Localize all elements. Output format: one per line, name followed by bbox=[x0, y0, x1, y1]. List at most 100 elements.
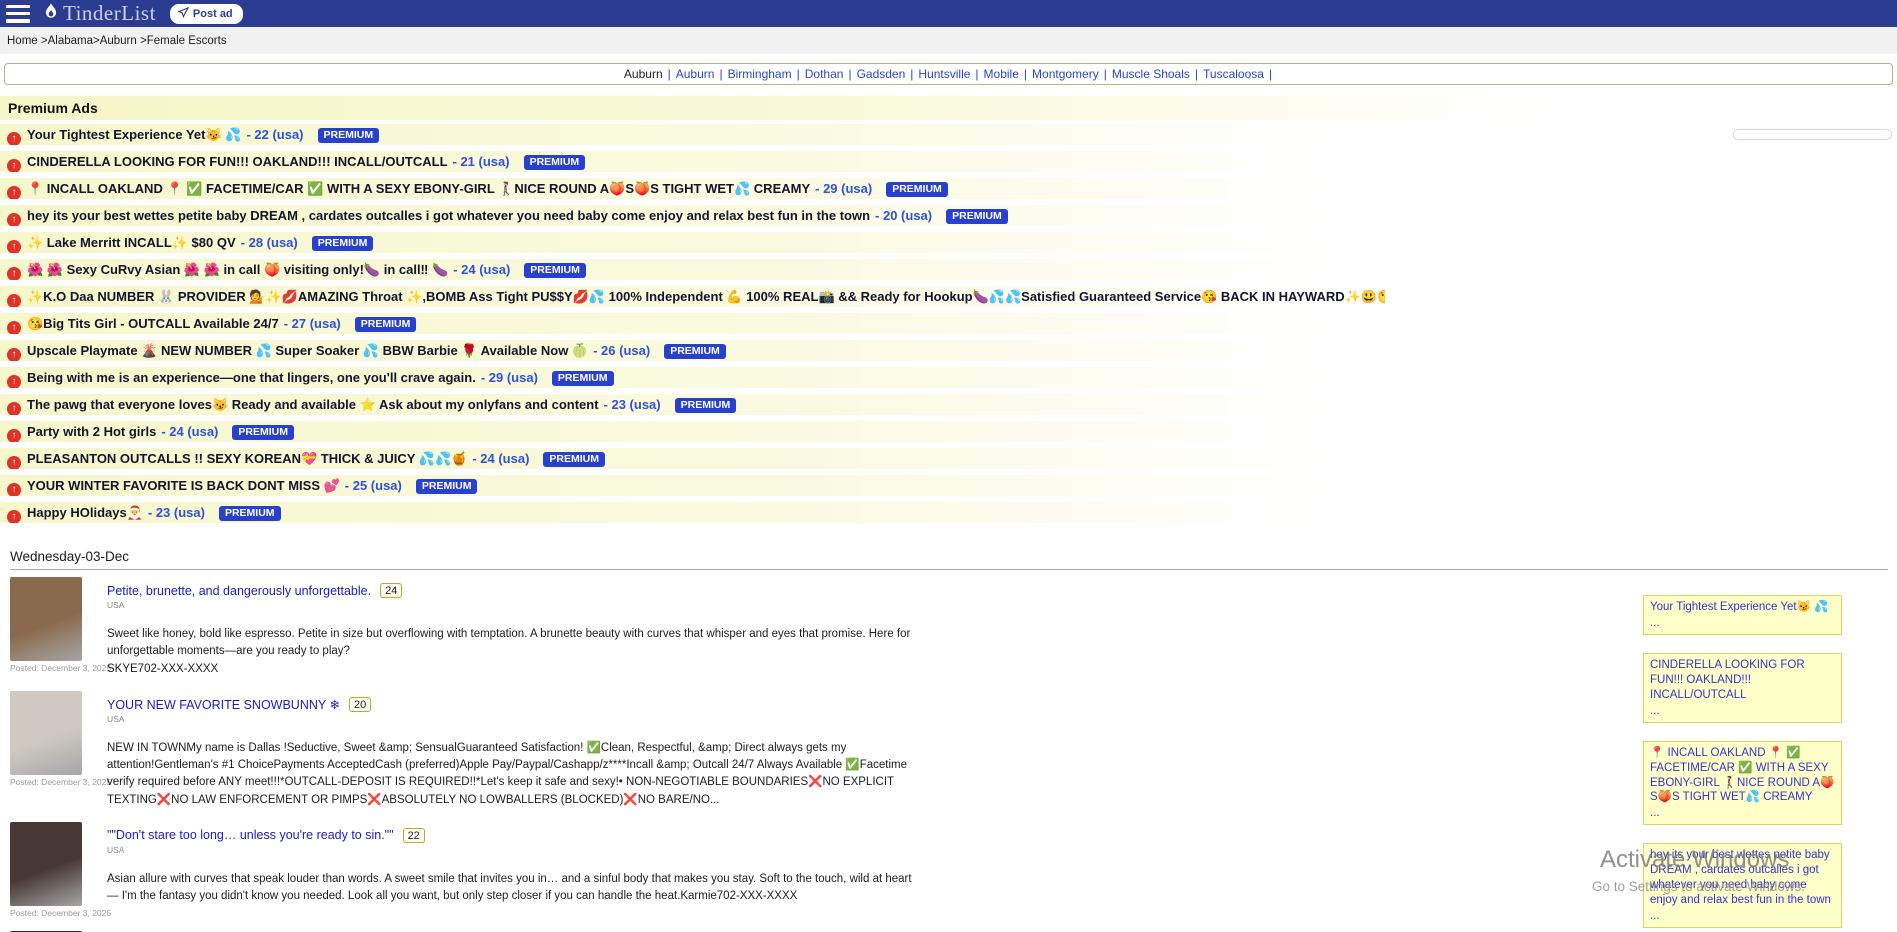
premium-ad-title-link[interactable]: 🌺 🌺 Sexy CuRvy Asian 🌺 🌺 in call 🍑 visit… bbox=[27, 262, 448, 277]
flame-icon bbox=[42, 1, 60, 26]
site-logo-text: TinderList bbox=[63, 1, 156, 26]
premium-badge[interactable]: PREMIUM bbox=[946, 209, 1008, 224]
city-separator: | bbox=[797, 67, 800, 81]
premium-badge[interactable]: PREMIUM bbox=[355, 317, 417, 332]
city-link-auburn[interactable]: Auburn bbox=[624, 67, 663, 81]
premium-ad-title-link[interactable]: YOUR WINTER FAVORITE IS BACK DONT MISS 💕 bbox=[27, 478, 340, 493]
premium-ad-age-link[interactable]: - 23 (usa) bbox=[148, 505, 205, 520]
premium-ad-title-link[interactable]: CINDERELLA LOOKING FOR FUN!!! OAKLAND!!!… bbox=[27, 154, 448, 169]
city-link-mobile[interactable]: Mobile bbox=[984, 67, 1019, 81]
premium-ad-title-link[interactable]: Party with 2 Hot girls bbox=[27, 424, 156, 439]
city-link-muscle-shoals[interactable]: Muscle Shoals bbox=[1112, 67, 1190, 81]
listing-title-link[interactable]: YOUR NEW FAVORITE SNOWBUNNY ❄ bbox=[107, 697, 340, 712]
premium-badge[interactable]: PREMIUM bbox=[524, 263, 586, 278]
premium-badge[interactable]: PREMIUM bbox=[416, 479, 478, 494]
bump-up-icon: ↑ bbox=[7, 510, 21, 523]
sidebar-more-link[interactable]: ... bbox=[1650, 806, 1835, 821]
premium-ad-row: ↑🌺 🌺 Sexy CuRvy Asian 🌺 🌺 in call 🍑 visi… bbox=[0, 259, 1385, 280]
premium-badge[interactable]: PREMIUM bbox=[664, 344, 726, 359]
premium-ad-age-link[interactable]: - 20 (usa) bbox=[875, 208, 932, 223]
premium-ad-age-link[interactable]: - 24 (usa) bbox=[472, 451, 529, 466]
premium-ad-title-link[interactable]: hey its your best wettes petite baby DRE… bbox=[27, 208, 870, 223]
premium-badge[interactable]: PREMIUM bbox=[552, 371, 614, 386]
listing-posted-date: Posted: December 3, 2025 bbox=[10, 908, 96, 918]
bump-up-icon: ↑ bbox=[7, 294, 21, 307]
sidebar-premium-title-link[interactable]: CINDERELLA LOOKING FOR FUN!!! OAKLAND!!!… bbox=[1650, 658, 1835, 703]
premium-badge[interactable]: PREMIUM bbox=[675, 398, 737, 413]
premium-ad-age-link[interactable]: - 28 (usa) bbox=[241, 235, 298, 250]
post-ad-button[interactable]: Post ad bbox=[170, 4, 243, 24]
listing-thumbnail-photo[interactable] bbox=[10, 577, 82, 661]
premium-ad-title-link[interactable]: ✨ Lake Merritt INCALL✨ $80 QV bbox=[27, 235, 236, 250]
premium-badge[interactable]: PREMIUM bbox=[232, 425, 294, 440]
listing-description: NEW IN TOWNMy name is Dallas !Seductive,… bbox=[107, 740, 926, 809]
sidebar-more-link[interactable]: ... bbox=[1650, 616, 1835, 631]
premium-ad-row: ↑CINDERELLA LOOKING FOR FUN!!! OAKLAND!!… bbox=[0, 151, 1385, 172]
date-header: Wednesday-03-Dec bbox=[10, 549, 1897, 564]
premium-ad-title-link[interactable]: PLEASANTON OUTCALLS !! SEXY KOREAN💝 THIC… bbox=[27, 451, 467, 466]
bump-up-icon: ↑ bbox=[7, 402, 21, 415]
activate-windows-watermark-sub: Go to Settings to activate Windows. bbox=[1592, 879, 1805, 894]
city-link-huntsville[interactable]: Huntsville bbox=[918, 67, 970, 81]
city-separator: | bbox=[848, 67, 851, 81]
city-link-auburn[interactable]: Auburn bbox=[676, 67, 715, 81]
premium-ad-age-link[interactable]: - 23 (usa) bbox=[604, 397, 661, 412]
bump-up-icon: ↑ bbox=[7, 213, 21, 226]
premium-ad-row: ↑PLEASANTON OUTCALLS !! SEXY KOREAN💝 THI… bbox=[0, 448, 1385, 469]
premium-badge[interactable]: PREMIUM bbox=[219, 506, 281, 521]
premium-ad-title-link[interactable]: Your Tightest Experience Yet😼 💦 bbox=[27, 127, 241, 142]
premium-ad-age-link[interactable]: - 22 (usa) bbox=[246, 127, 303, 142]
sidebar-more-link[interactable]: ... bbox=[1650, 909, 1835, 924]
listing-title-link[interactable]: ""Don't stare too long… unless you're re… bbox=[107, 828, 394, 842]
listing-age-badge: 24 bbox=[380, 583, 402, 598]
premium-ad-title-link[interactable]: 📍 INCALL OAKLAND 📍 ✅ FACETIME/CAR ✅ WITH… bbox=[27, 181, 810, 196]
premium-badge[interactable]: PREMIUM bbox=[543, 452, 605, 467]
breadcrumb-home-link[interactable]: Home > bbox=[7, 35, 48, 47]
listing-title-link[interactable]: Petite, brunette, and dangerously unforg… bbox=[107, 584, 371, 598]
premium-ad-row: ↑ Being with me is an experience—one that… bbox=[0, 367, 1385, 388]
premium-ad-age-link[interactable]: - 26 (usa) bbox=[593, 343, 650, 358]
premium-ad-title-link[interactable]: The pawg that everyone loves😼 Ready and … bbox=[27, 397, 599, 412]
premium-ad-age-link[interactable]: - 24 (usa) bbox=[161, 424, 218, 439]
listing-thumbnail-photo[interactable] bbox=[10, 822, 82, 906]
breadcrumb-city-link[interactable]: Auburn > bbox=[100, 35, 147, 47]
premium-ad-age-link[interactable]: - 24 (usa) bbox=[453, 262, 510, 277]
bump-up-icon: ↑ bbox=[7, 240, 21, 253]
sidebar-premium-box: CINDERELLA LOOKING FOR FUN!!! OAKLAND!!!… bbox=[1643, 653, 1842, 723]
premium-ad-age-link[interactable]: - 29 (usa) bbox=[815, 181, 872, 196]
city-link-tuscaloosa[interactable]: Tuscaloosa bbox=[1203, 67, 1264, 81]
premium-badge[interactable]: PREMIUM bbox=[886, 182, 948, 197]
bump-up-icon: ↑ bbox=[7, 375, 21, 388]
premium-ad-age-link[interactable]: - 21 (usa) bbox=[453, 154, 510, 169]
breadcrumb-state-link[interactable]: Alabama> bbox=[48, 35, 100, 47]
floating-pill-widget[interactable] bbox=[1733, 129, 1892, 140]
listing-posted-date: Posted: December 3, 2025 bbox=[10, 777, 96, 787]
premium-ad-row: ↑📍 INCALL OAKLAND 📍 ✅ FACETIME/CAR ✅ WIT… bbox=[0, 178, 1385, 199]
city-link-dothan[interactable]: Dothan bbox=[805, 67, 844, 81]
site-logo[interactable]: TinderList bbox=[42, 1, 156, 26]
listing-thumbnail-photo[interactable] bbox=[10, 691, 82, 775]
city-link-montgomery[interactable]: Montgomery bbox=[1032, 67, 1099, 81]
listing-country-label: USA bbox=[107, 714, 926, 724]
premium-badge[interactable]: PREMIUM bbox=[312, 236, 374, 251]
premium-ad-title-link[interactable]: Upscale Playmate 🌋 NEW NUMBER 💦 Super So… bbox=[27, 343, 588, 358]
premium-ad-age-link[interactable]: - 27 (usa) bbox=[284, 316, 341, 331]
premium-badge[interactable]: PREMIUM bbox=[524, 155, 586, 170]
premium-ad-title-link[interactable]: Happy HOlidays🎅 bbox=[27, 505, 143, 520]
premium-ad-age-link[interactable]: - 25 (usa) bbox=[345, 478, 402, 493]
premium-ad-title-link[interactable]: ✨K.O Daa NUMBER 🐰 PROVIDER 💁✨💋AMAZING Th… bbox=[27, 289, 1385, 304]
sidebar-premium-title-link[interactable]: Your Tightest Experience Yet😼 💦 bbox=[1650, 600, 1835, 615]
premium-ad-age-link[interactable]: - 29 (usa) bbox=[481, 370, 538, 385]
breadcrumb-category-link[interactable]: Female Escorts bbox=[147, 35, 227, 47]
sidebar-premium-title-link[interactable]: 📍 INCALL OAKLAND 📍 ✅ FACETIME/CAR ✅ WITH… bbox=[1650, 746, 1835, 806]
bump-up-icon: ↑ bbox=[7, 483, 21, 496]
city-link-gadsden[interactable]: Gadsden bbox=[857, 67, 906, 81]
menu-hamburger-icon[interactable] bbox=[6, 5, 30, 23]
premium-ad-title-link[interactable]: Being with me is an experience—one that … bbox=[27, 370, 476, 385]
premium-badge[interactable]: PREMIUM bbox=[318, 128, 380, 143]
listing-country-label: USA bbox=[107, 845, 926, 855]
sidebar-more-link[interactable]: ... bbox=[1650, 704, 1835, 719]
premium-ad-title-link[interactable]: 😘Big Tits Girl - OUTCALL Available 24/7 bbox=[27, 316, 279, 331]
listing-description: Asian allure with curves that speak loud… bbox=[107, 871, 926, 906]
city-link-birmingham[interactable]: Birmingham bbox=[728, 67, 792, 81]
